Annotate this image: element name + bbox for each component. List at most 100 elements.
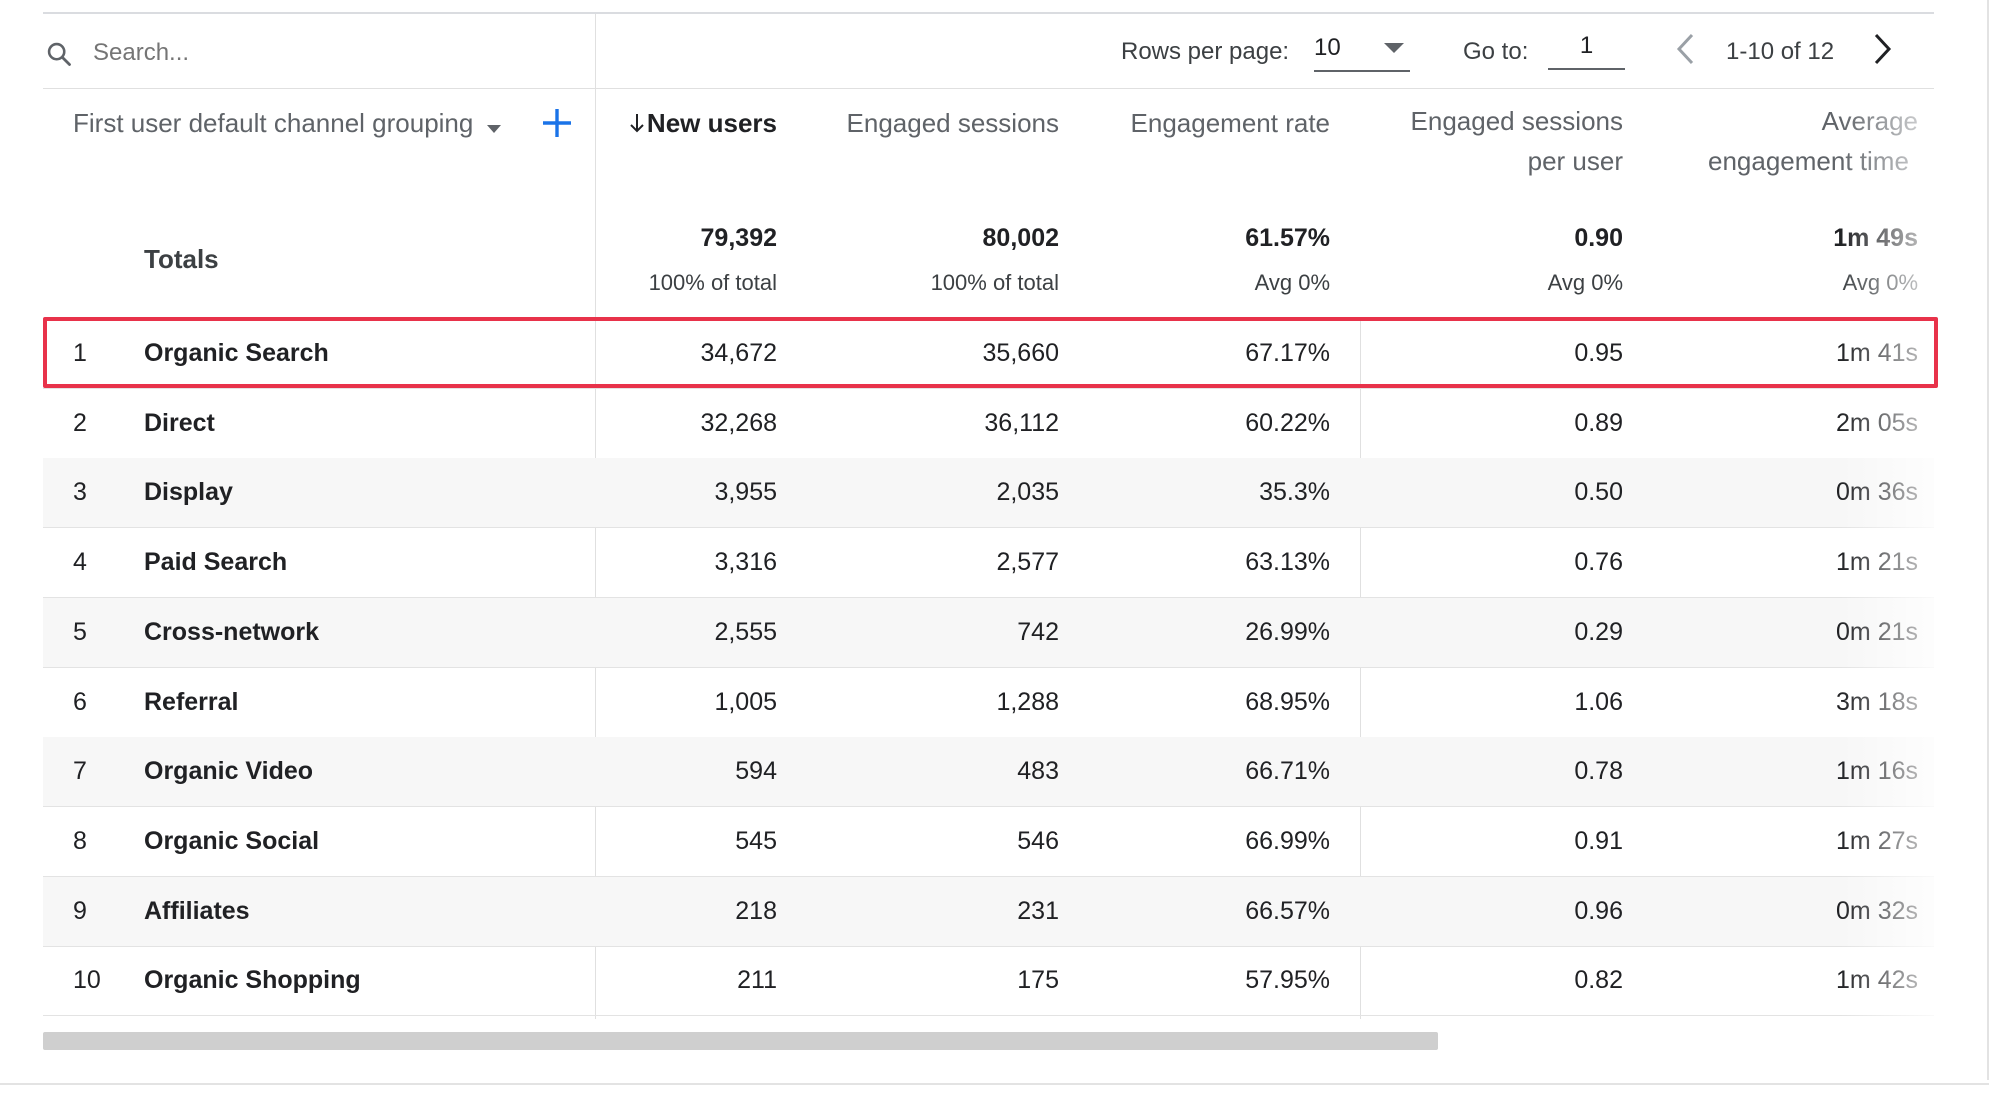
- chevron-left-icon[interactable]: [1674, 32, 1698, 71]
- table-row[interactable]: 6 Referral 1,005 1,288 68.95% 1.06 3m 18…: [43, 668, 1934, 738]
- row-engaged-sessions: 175: [1017, 966, 1059, 994]
- row-new-users: 594: [735, 757, 777, 785]
- row-new-users: 3,316: [714, 548, 777, 576]
- row-engaged-sessions: 483: [1017, 757, 1059, 785]
- table-row[interactable]: 4 Paid Search 3,316 2,577 63.13% 0.76 1m…: [43, 528, 1934, 598]
- header-engaged-sessions-per-user[interactable]: Engaged sessions per user: [1360, 101, 1623, 181]
- header-engagement-rate[interactable]: Engagement rate: [1080, 103, 1330, 143]
- header-new-users[interactable]: New users: [600, 103, 777, 145]
- row-new-users: 1,005: [714, 688, 777, 716]
- row-rank: 3: [73, 478, 87, 506]
- table-row[interactable]: 5 Cross-network 2,555 742 26.99% 0.29 0m…: [43, 598, 1934, 668]
- row-avg-time: 0m 32s: [1836, 897, 1918, 925]
- row-engaged-sessions: 2,035: [996, 478, 1059, 506]
- totals-label: Totals: [144, 244, 219, 274]
- row-avg-time: 1m 21s: [1836, 548, 1918, 576]
- go-to-input[interactable]: 1: [1548, 28, 1625, 70]
- horizontal-scrollbar-thumb[interactable]: [43, 1032, 1438, 1050]
- table-row[interactable]: 8 Organic Social 545 546 66.99% 0.91 1m …: [43, 807, 1934, 877]
- totals-engagement-rate: 61.57%: [1245, 224, 1330, 252]
- totals-new-users-sub: 100% of total: [648, 270, 777, 295]
- row-label[interactable]: Organic Video: [144, 737, 313, 806]
- add-dimension-icon[interactable]: [540, 106, 574, 145]
- chevron-right-icon[interactable]: [1870, 32, 1894, 71]
- row-engaged-sessions: 742: [1017, 618, 1059, 646]
- card-right-border: [1987, 0, 1989, 1080]
- row-eps: 1.06: [1574, 688, 1623, 716]
- totals-eps-sub: Avg 0%: [1547, 270, 1623, 295]
- go-to-label: Go to:: [1463, 38, 1529, 65]
- row-new-users: 211: [737, 966, 777, 994]
- row-avg-time: 0m 36s: [1836, 478, 1918, 506]
- rows-per-page-select[interactable]: 10: [1314, 28, 1410, 72]
- search-input[interactable]: [91, 32, 575, 74]
- row-label[interactable]: Referral: [144, 668, 239, 737]
- row-new-users: 2,555: [714, 618, 777, 646]
- row-avg-time: 0m 21s: [1836, 618, 1918, 646]
- row-rank: 2: [73, 409, 87, 437]
- highlight-box: [43, 317, 1938, 388]
- row-rank: 6: [73, 688, 87, 716]
- row-avg-time: 1m 27s: [1836, 827, 1918, 855]
- row-eps: 0.89: [1574, 409, 1623, 437]
- row-rank: 9: [73, 897, 87, 925]
- row-label[interactable]: Cross-network: [144, 598, 319, 667]
- dimension-dropdown-icon: [486, 105, 501, 145]
- table-row[interactable]: 9 Affiliates 218 231 66.57% 0.96 0m 32s: [43, 877, 1934, 947]
- totals-avg-time-sub: Avg 0%: [1842, 270, 1918, 295]
- row-new-users: 545: [735, 827, 777, 855]
- search-box[interactable]: [43, 22, 593, 84]
- totals-eps: 0.90: [1574, 224, 1623, 252]
- table-row[interactable]: 7 Organic Video 594 483 66.71% 0.78 1m 1…: [43, 737, 1934, 807]
- sort-down-arrow-icon: [629, 105, 645, 145]
- table-top-border: [43, 12, 1934, 14]
- dropdown-arrow-icon: [1384, 42, 1404, 60]
- row-label[interactable]: Display: [144, 458, 233, 527]
- totals-engaged-sessions: 80,002: [982, 224, 1059, 252]
- totals-new-users: 79,392: [700, 224, 777, 252]
- row-rank: 5: [73, 618, 87, 646]
- card-bottom-border: [0, 1083, 1989, 1085]
- table-row[interactable]: 3 Display 3,955 2,035 35.3% 0.50 0m 36s: [43, 458, 1934, 528]
- dimension-header[interactable]: First user default channel grouping: [73, 103, 501, 145]
- row-engagement-rate: 66.99%: [1245, 827, 1330, 855]
- row-eps: 0.78: [1574, 757, 1623, 785]
- row-engaged-sessions: 546: [1017, 827, 1059, 855]
- row-engagement-rate: 35.3%: [1259, 478, 1330, 506]
- go-to-value: 1: [1579, 32, 1594, 59]
- row-eps: 0.76: [1574, 548, 1623, 576]
- row-label[interactable]: Direct: [144, 389, 215, 458]
- row-avg-time: 3m 18s: [1836, 688, 1918, 716]
- row-engagement-rate: 68.95%: [1245, 688, 1330, 716]
- toolbar-divider: [43, 88, 1934, 89]
- row-engagement-rate: 60.22%: [1245, 409, 1330, 437]
- header-avg-line1: Average: [1821, 106, 1918, 136]
- row-engaged-sessions: 231: [1017, 897, 1059, 925]
- header-engaged-sessions[interactable]: Engaged sessions: [800, 103, 1059, 143]
- row-rank: 4: [73, 548, 87, 576]
- row-eps: 0.91: [1574, 827, 1623, 855]
- row-label[interactable]: Affiliates: [144, 877, 250, 946]
- table-row[interactable]: 10 Organic Shopping 211 175 57.95% 0.82 …: [43, 946, 1934, 1016]
- row-new-users: 3,955: [714, 478, 777, 506]
- header-eps-line1: Engaged sessions: [1410, 106, 1623, 136]
- row-label[interactable]: Paid Search: [144, 528, 287, 597]
- dimension-header-label: First user default channel grouping: [73, 108, 474, 138]
- totals-engaged-sessions-sub: 100% of total: [930, 270, 1059, 295]
- header-average-engagement-time[interactable]: Average engagement time: [1640, 101, 1918, 181]
- row-rank: 8: [73, 827, 87, 855]
- header-eps-line2: per user: [1527, 146, 1623, 176]
- totals-avg-time: 1m 49s: [1833, 224, 1918, 252]
- row-engagement-rate: 26.99%: [1245, 618, 1330, 646]
- row-label[interactable]: Organic Shopping: [144, 946, 361, 1015]
- table-row[interactable]: 2 Direct 32,268 36,112 60.22% 0.89 2m 05…: [43, 389, 1934, 459]
- row-label[interactable]: Organic Social: [144, 807, 319, 876]
- row-eps: 0.50: [1574, 478, 1623, 506]
- row-eps: 0.82: [1574, 966, 1623, 994]
- row-new-users: 32,268: [700, 409, 777, 437]
- row-avg-time: 1m 42s: [1836, 966, 1918, 994]
- row-engagement-rate: 57.95%: [1245, 966, 1330, 994]
- rows-per-page-label: Rows per page:: [1121, 38, 1290, 65]
- pagination-range: 1-10 of 12: [1726, 38, 1835, 65]
- row-engagement-rate: 66.57%: [1245, 897, 1330, 925]
